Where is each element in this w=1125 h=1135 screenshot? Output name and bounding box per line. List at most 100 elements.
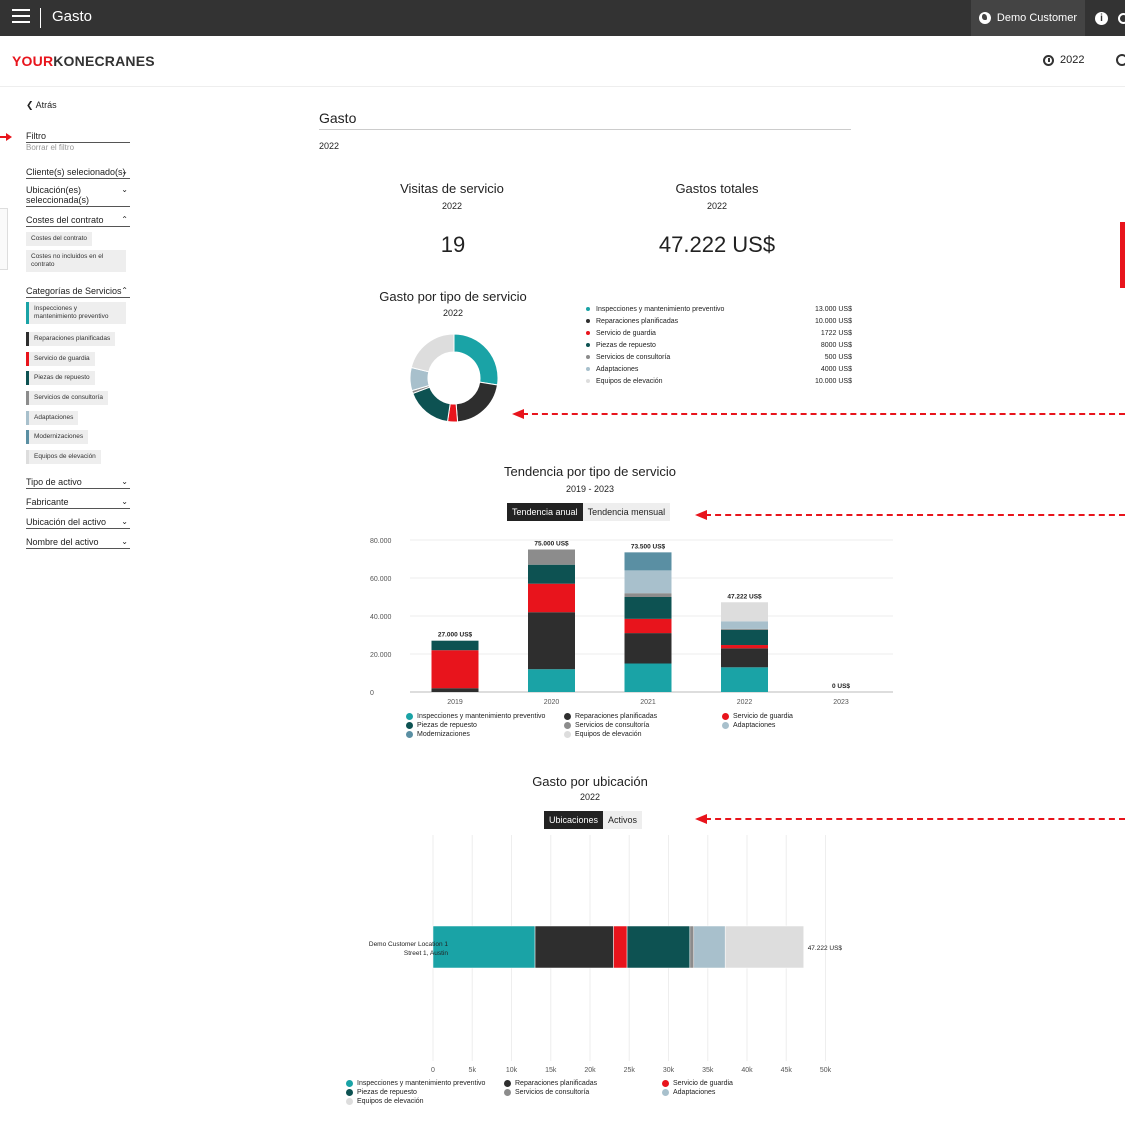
- location-bar-segment[interactable]: [724, 925, 804, 969]
- trend-bar-segment[interactable]: [721, 667, 768, 692]
- trend-bar-segment[interactable]: [528, 549, 575, 565]
- location-bar-segment[interactable]: [626, 925, 691, 969]
- chevron-down-icon: ⌄: [121, 167, 128, 176]
- trend-legend-item[interactable]: Reparaciones planificadas: [564, 713, 657, 720]
- trend-legend-item[interactable]: Adaptaciones: [722, 722, 775, 729]
- kpi-visits-year: 2022: [441, 201, 463, 211]
- legend-label: Servicio de guardia: [733, 713, 793, 720]
- trend-bar-segment[interactable]: [624, 618, 672, 634]
- manufacturer-dropdown[interactable]: Fabricante ⌄: [26, 497, 130, 509]
- feedback-tab[interactable]: [1120, 222, 1125, 288]
- trend-legend-item[interactable]: Modernizaciones: [406, 731, 470, 738]
- back-link[interactable]: ❮ Atrás: [26, 100, 57, 111]
- legend-label: Equipos de elevación: [575, 731, 642, 738]
- trend-bar-segment[interactable]: [721, 645, 768, 649]
- asset-type-dropdown[interactable]: Tipo de activo ⌄: [26, 477, 130, 489]
- year-selector[interactable]: 2022: [1043, 54, 1084, 66]
- contract-costs-chip[interactable]: Costes del contrato: [26, 232, 93, 246]
- location-legend-item[interactable]: Inspecciones y mantenimiento preventivo: [346, 1080, 485, 1087]
- trend-bar-segment[interactable]: [624, 570, 672, 594]
- service-categories-dropdown[interactable]: Categorías de Servicios ⌃: [26, 286, 130, 298]
- trend-legend-item[interactable]: Servicios de consultoría: [564, 722, 649, 729]
- donut-legend-item: Adaptaciones 4000 US$: [586, 363, 852, 375]
- clear-filter-link[interactable]: Borrar el filtro: [26, 143, 74, 152]
- donut-slice[interactable]: [455, 381, 499, 423]
- location-bar-segment[interactable]: [613, 925, 628, 969]
- trend-bar-segment[interactable]: [624, 633, 672, 664]
- asset-name-dropdown[interactable]: Nombre del activo ⌄: [26, 537, 130, 549]
- trend-bar-segment[interactable]: [528, 612, 575, 670]
- trend-legend-item[interactable]: Servicio de guardia: [722, 713, 793, 720]
- category-chip-lifting-equipment[interactable]: Equipos de elevación: [26, 450, 101, 464]
- location-legend-item[interactable]: Servicios de consultoría: [504, 1089, 589, 1096]
- trend-bar-segment[interactable]: [528, 583, 575, 613]
- trend-bar-segment[interactable]: [431, 640, 479, 651]
- trend-bar-segment[interactable]: [528, 669, 575, 692]
- location-legend-item[interactable]: Piezas de repuesto: [346, 1089, 417, 1096]
- header-divider: [0, 86, 1125, 87]
- trend-bar-segment[interactable]: [721, 648, 768, 668]
- trend-bar-segment[interactable]: [431, 650, 479, 689]
- trend-bar-segment[interactable]: [624, 597, 672, 619]
- tab-monthly-trend[interactable]: Tendencia mensual: [582, 503, 671, 521]
- asset-location-dropdown[interactable]: Ubicación del activo ⌄: [26, 517, 130, 529]
- category-chip-spare-parts[interactable]: Piezas de repuesto: [26, 371, 95, 385]
- tab-annual-trend[interactable]: Tendencia anual: [507, 503, 583, 521]
- tab-assets[interactable]: Activos: [603, 811, 643, 829]
- customer-selector[interactable]: Demo Customer: [970, 0, 1085, 36]
- location-legend-item[interactable]: Equipos de elevación: [346, 1098, 424, 1105]
- trend-bar-segment[interactable]: [624, 593, 672, 597]
- location-address: Street 1, Austin: [404, 950, 448, 957]
- trend-bar-segment[interactable]: [431, 688, 479, 692]
- contract-costs-dropdown[interactable]: Costes del contrato ⌃: [26, 215, 130, 227]
- tab-locations[interactable]: Ubicaciones: [544, 811, 604, 829]
- trend-bar-segment[interactable]: [528, 564, 575, 584]
- trend-bar-segment[interactable]: [721, 621, 768, 629]
- chevron-down-icon: ⌄: [121, 497, 128, 506]
- info-icon[interactable]: i: [1095, 11, 1108, 25]
- x-tick-label: 50k: [820, 1067, 832, 1074]
- trend-legend-item[interactable]: Inspecciones y mantenimiento preventivo: [406, 713, 545, 720]
- bar-total-label: 73.500 US$: [631, 543, 666, 550]
- category-chip-planned-repairs[interactable]: Reparaciones planificadas: [26, 332, 116, 346]
- y-tick-label: 0: [370, 690, 374, 697]
- location-bar-segment[interactable]: [689, 925, 695, 969]
- trend-bar-segment[interactable]: [721, 629, 768, 646]
- category-chip-inspections[interactable]: Inspecciones y mantenimiento preventivo: [26, 302, 126, 324]
- donut-slice[interactable]: [453, 333, 499, 386]
- category-chip-adaptations[interactable]: Adaptaciones: [26, 411, 79, 425]
- trend-bar-segment[interactable]: [721, 602, 768, 622]
- trend-legend-item[interactable]: Equipos de elevación: [564, 731, 642, 738]
- donut-chart: [409, 333, 499, 423]
- legend-dot-icon: [406, 713, 413, 720]
- x-tick-label: 2023: [833, 699, 849, 706]
- category-chip-modernizations[interactable]: Modernizaciones: [26, 430, 89, 444]
- location-bar-segment[interactable]: [693, 925, 726, 969]
- location-bar-segment[interactable]: [432, 925, 536, 969]
- location-legend-item[interactable]: Reparaciones planificadas: [504, 1080, 597, 1087]
- brand-logo[interactable]: YOURKONECRANES: [12, 53, 155, 69]
- trend-bar-segment[interactable]: [721, 628, 768, 630]
- clients-dropdown[interactable]: Cliente(s) selecionado(s) ⌄: [26, 167, 130, 179]
- user-icon[interactable]: [1116, 54, 1125, 66]
- category-chip-on-call[interactable]: Servicio de guardia: [26, 352, 95, 366]
- legend-label: Servicios de consultoría: [596, 353, 671, 361]
- category-chip-consulting[interactable]: Servicios de consultoría: [26, 391, 109, 405]
- location-legend-item[interactable]: Servicio de guardia: [662, 1080, 733, 1087]
- trend-bar-segment[interactable]: [624, 663, 672, 693]
- donut-slice[interactable]: [412, 386, 451, 423]
- non-contract-costs-chip[interactable]: Costes no incluidos en el contrato: [26, 250, 126, 272]
- legend-dot-icon: [406, 731, 413, 738]
- donut-slice[interactable]: [410, 333, 455, 373]
- location-legend-item[interactable]: Adaptaciones: [662, 1089, 715, 1096]
- hamburger-menu-icon[interactable]: [12, 9, 30, 25]
- locations-dropdown[interactable]: Ubicación(es) seleccionada(s) ⌄: [26, 185, 130, 207]
- search-icon[interactable]: [1118, 12, 1125, 24]
- trend-bar-segment[interactable]: [624, 552, 672, 571]
- chevron-up-icon: ⌃: [121, 286, 128, 295]
- location-bar-segment[interactable]: [534, 925, 614, 969]
- location-bar-chart: 0 5k 10k 15k 20k 25k 30k 35k 40k 45k 50k Demo Custo…: [369, 835, 842, 1074]
- trend-legend-item[interactable]: Piezas de repuesto: [406, 722, 477, 729]
- annotation-arrow: [0, 133, 12, 141]
- x-tick-label: 20k: [584, 1067, 596, 1074]
